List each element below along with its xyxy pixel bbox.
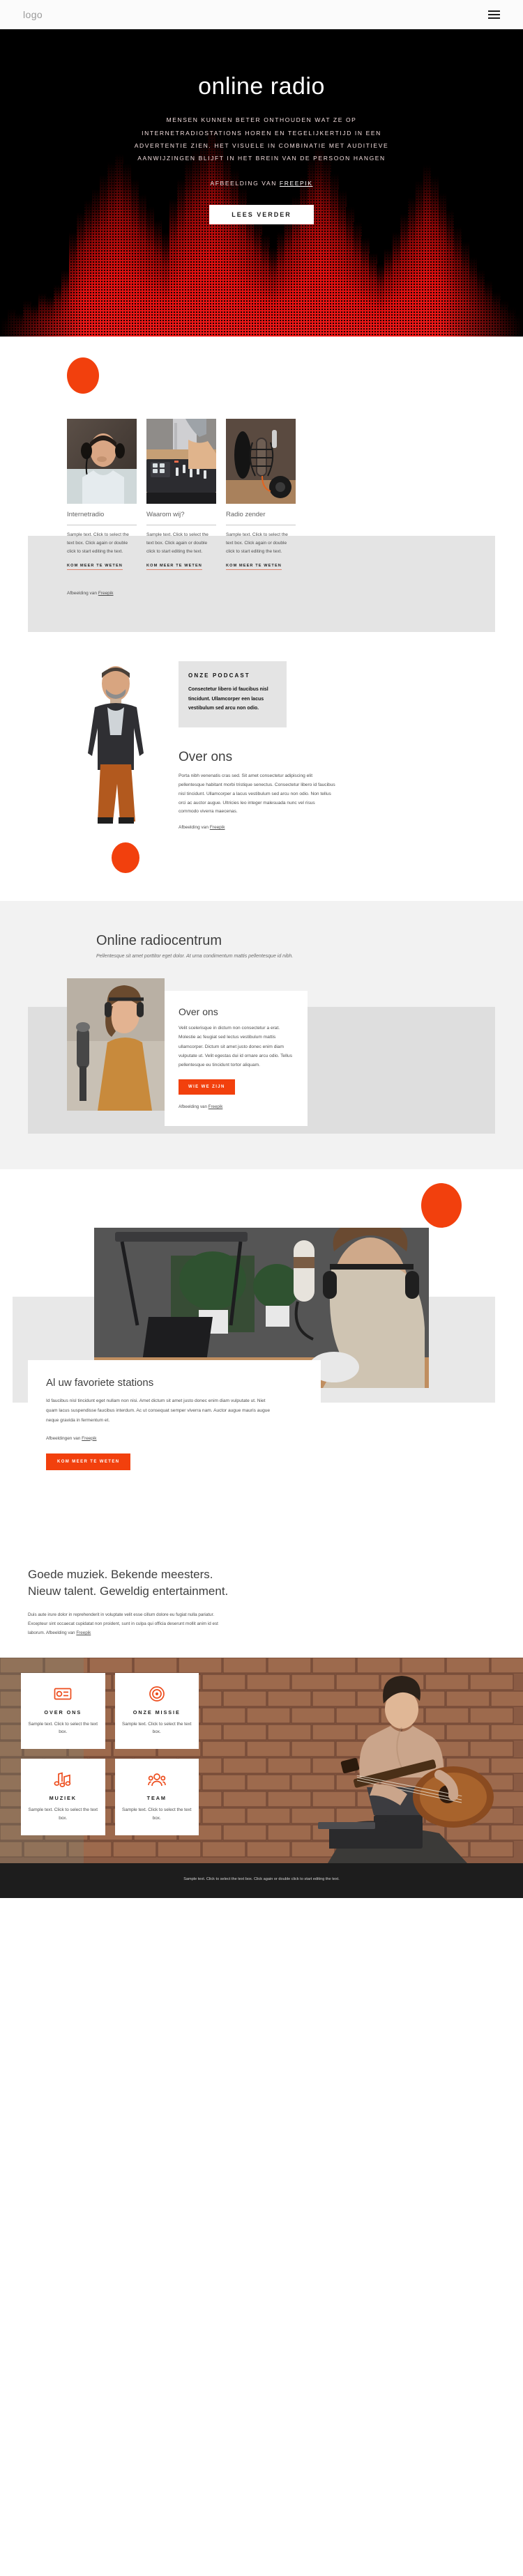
card-item[interactable]: Waarom wij? Sample text. Click to select… <box>146 419 216 571</box>
site-header: logo <box>0 0 523 29</box>
target-icon <box>121 1684 194 1704</box>
stations-cta-button[interactable]: KOM MEER TE WETEN <box>46 1453 131 1470</box>
feature-card[interactable]: TEAM Sample text. Click to select the te… <box>114 1759 199 1835</box>
card-image <box>146 419 216 504</box>
hero-credit-prefix: AFBEELDING VAN <box>210 180 280 187</box>
stations-heading: Al uw favoriete stations <box>46 1377 154 1389</box>
decorative-circle-2 <box>112 842 139 874</box>
card-image <box>67 419 137 504</box>
brick-band: OVER ONS Sample text. Click to select th… <box>0 1657 523 1863</box>
radiocentrum-card: Over ons Velit scelerisque in dictum non… <box>165 991 308 1127</box>
hero-subtitle: MENSEN KUNNEN BETER ONTHOUDEN WAT ZE OP … <box>134 116 389 162</box>
stations-card: Al uw favoriete stations Id faucibus nis… <box>28 1360 321 1488</box>
about-heading: Over ons <box>179 749 233 764</box>
stations-credit: Afbeeldingen van Freepik <box>46 1436 303 1441</box>
podcast-text: Consectetur libero id faucibus nisl tinc… <box>188 687 268 711</box>
about-section: ONZE PODCAST Consectetur libero id fauci… <box>0 632 523 902</box>
card-text: Sample text. Click to select the text bo… <box>226 532 288 555</box>
hamburger-menu-icon[interactable] <box>488 10 500 19</box>
stations-credit-prefix: Afbeeldingen van <box>46 1435 82 1441</box>
radiocentrum-image <box>67 978 165 1111</box>
stations-credit-link[interactable]: Freepik <box>82 1436 96 1441</box>
podcast-box: ONZE PODCAST Consectetur libero id fauci… <box>179 661 287 727</box>
feature-card[interactable]: ONZE MISSIE Sample text. Click to select… <box>114 1672 199 1750</box>
about-credit-link[interactable]: Freepik <box>210 825 225 830</box>
about-portrait-image <box>67 653 165 824</box>
card-link[interactable]: KOM MEER TE WETEN <box>226 564 282 571</box>
radiocentrum-credit: Afbeelding van Freepik <box>179 1104 294 1109</box>
cards-section: Internetradio Sample text. Click to sele… <box>0 337 523 663</box>
footer-text: Sample text. Click to select the text bo… <box>183 1876 340 1881</box>
about-credit: Afbeelding van Freepik <box>179 825 456 830</box>
cards-row: Internetradio Sample text. Click to sele… <box>0 419 523 571</box>
feature-title: MUZIEK <box>49 1795 77 1802</box>
radiocentrum-heading: Online radiocentrum <box>96 933 222 949</box>
radiocentrum-credit-prefix: Afbeelding van <box>179 1104 209 1110</box>
music-paragraph-link[interactable]: Freepik <box>76 1630 91 1635</box>
radio-icon <box>26 1684 100 1704</box>
decorative-circle-3 <box>421 1183 462 1228</box>
about-paragraph: Porta nibh venenatis cras sed. Sit amet … <box>179 773 335 815</box>
feature-text: Sample text. Click to select the text bo… <box>122 1807 192 1821</box>
radiocentrum-card-title: Over ons <box>179 1006 218 1018</box>
feature-title: OVER ONS <box>44 1709 82 1715</box>
card-image <box>226 419 296 504</box>
podcast-title: ONZE PODCAST <box>188 672 250 679</box>
feature-text: Sample text. Click to select the text bo… <box>122 1721 192 1735</box>
feature-card[interactable]: MUZIEK Sample text. Click to select the … <box>21 1759 105 1835</box>
card-link[interactable]: KOM MEER TE WETEN <box>67 564 123 571</box>
music-note-icon <box>26 1770 100 1789</box>
about-credit-prefix: Afbeelding van <box>179 825 210 831</box>
about-right-column: ONZE PODCAST Consectetur libero id fauci… <box>179 653 456 830</box>
hero-content: online radio MENSEN KUNNEN BETER ONTHOUD… <box>115 29 408 225</box>
decorative-circle <box>67 357 99 394</box>
hero-credit: AFBEELDING VAN FREEPIK <box>115 180 408 187</box>
card-text: Sample text. Click to select the text bo… <box>67 532 129 555</box>
radiocentrum-subheading: Pellentesque sit amet porttitor eget dol… <box>96 954 294 959</box>
logo[interactable]: logo <box>23 9 43 20</box>
radiocentrum-row: Over ons Velit scelerisque in dictum non… <box>0 978 523 1127</box>
feature-card[interactable]: OVER ONS Sample text. Click to select th… <box>21 1672 105 1750</box>
hero-credit-link[interactable]: FREEPIK <box>280 180 313 187</box>
card-title: Waarom wij? <box>146 511 185 518</box>
radiocentrum-section: Online radiocentrum Pellentesque sit ame… <box>0 901 523 1170</box>
radiocentrum-cta-button[interactable]: WIE WE ZIJN <box>179 1079 235 1095</box>
hero-fade-right <box>439 29 523 337</box>
music-heading: Goede muziek. Bekende meesters. Nieuw ta… <box>28 1567 229 1598</box>
card-text: Sample text. Click to select the text bo… <box>146 532 209 555</box>
radiocentrum-credit-link[interactable]: Freepik <box>209 1104 223 1109</box>
radiocentrum-card-text: Velit scelerisque in dictum non consecte… <box>179 1026 292 1067</box>
music-paragraph-text: Duis aute irure dolor in reprehenderit i… <box>28 1612 218 1636</box>
feature-text: Sample text. Click to select the text bo… <box>28 1721 98 1735</box>
card-title: Internetradio <box>67 511 105 518</box>
card-title: Radio zender <box>226 511 266 518</box>
about-row: ONZE PODCAST Consectetur libero id fauci… <box>0 653 523 830</box>
hero-cta-button[interactable]: LEES VERDER <box>209 205 314 225</box>
cards-credit-prefix: Afbeelding van <box>67 591 98 596</box>
hero-section: online radio MENSEN KUNNEN BETER ONTHOUD… <box>0 29 523 337</box>
music-paragraph: Duis aute irure dolor in reprehenderit i… <box>0 1610 230 1638</box>
hero-fade-left <box>0 29 84 337</box>
music-section: Goede muziek. Bekende meesters. Nieuw ta… <box>0 1527 523 1863</box>
feature-text: Sample text. Click to select the text bo… <box>28 1807 98 1821</box>
hero-title: online radio <box>198 73 325 100</box>
team-icon <box>121 1770 194 1789</box>
cards-credit-link[interactable]: Freepik <box>98 591 114 596</box>
cards-credit: Afbeelding van Freepik <box>0 591 523 596</box>
card-link[interactable]: KOM MEER TE WETEN <box>146 564 202 571</box>
footer: Sample text. Click to select the text bo… <box>0 1862 523 1899</box>
stations-paragraph: Id faucibus nisl tincidunt eget nullam n… <box>46 1398 271 1424</box>
card-item[interactable]: Internetradio Sample text. Click to sele… <box>67 419 137 571</box>
feature-title: ONZE MISSIE <box>132 1709 181 1715</box>
feature-grid: OVER ONS Sample text. Click to select th… <box>21 1672 199 1835</box>
guitarist-image <box>230 1658 523 1863</box>
card-item[interactable]: Radio zender Sample text. Click to selec… <box>226 419 296 571</box>
stations-section: Al uw favoriete stations Id faucibus nis… <box>0 1169 523 1527</box>
feature-title: TEAM <box>146 1795 167 1802</box>
page-root: logo online radio MENSEN KUNNEN BETER ON… <box>0 0 523 1899</box>
